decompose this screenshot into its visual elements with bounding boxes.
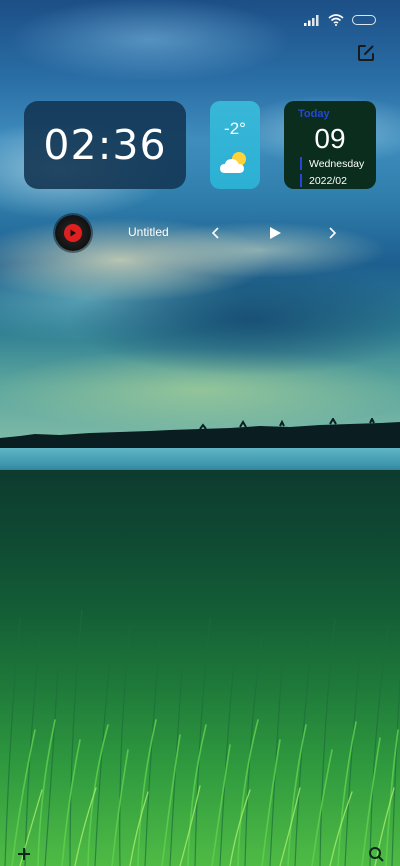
calendar-weekday: Wednesday <box>309 157 365 170</box>
music-app-icon <box>64 224 82 242</box>
play-small-icon <box>70 229 76 237</box>
calendar-weekday-row: Wednesday <box>300 157 364 170</box>
wallpaper-grass <box>0 470 400 866</box>
accent-bar <box>300 174 302 187</box>
clock-widget[interactable]: 02:36 <box>24 101 186 189</box>
previous-button[interactable] <box>207 224 225 242</box>
home-screen: 02:36 -2° Today 09 Wednesday 2022/02 Unt… <box>0 0 400 866</box>
music-title: Untitled <box>128 225 169 239</box>
chevron-right-icon <box>329 227 337 239</box>
accent-bar <box>300 157 302 170</box>
add-icon[interactable] <box>14 844 34 864</box>
weather-temperature: -2° <box>224 119 246 138</box>
partly-cloudy-icon <box>220 152 246 173</box>
music-disc[interactable] <box>55 215 91 251</box>
play-icon <box>270 227 281 239</box>
signal-icon <box>304 15 319 26</box>
play-button[interactable] <box>266 224 284 242</box>
next-button[interactable] <box>323 224 341 242</box>
edit-icon[interactable] <box>356 43 376 63</box>
battery-icon <box>352 15 376 25</box>
status-bar <box>304 14 376 26</box>
calendar-day: 09 <box>314 123 346 154</box>
wifi-icon <box>328 14 344 26</box>
weather-widget[interactable]: -2° <box>210 101 260 189</box>
calendar-today-label: Today <box>298 108 330 120</box>
search-icon[interactable] <box>366 844 386 864</box>
calendar-year-month: 2022/02 <box>309 174 347 187</box>
calendar-date-row: 2022/02 <box>300 174 347 187</box>
music-widget: Untitled <box>55 215 345 251</box>
wallpaper-treeline <box>0 418 400 452</box>
clock-time: 02:36 <box>43 121 167 169</box>
chevron-left-icon <box>211 227 219 239</box>
